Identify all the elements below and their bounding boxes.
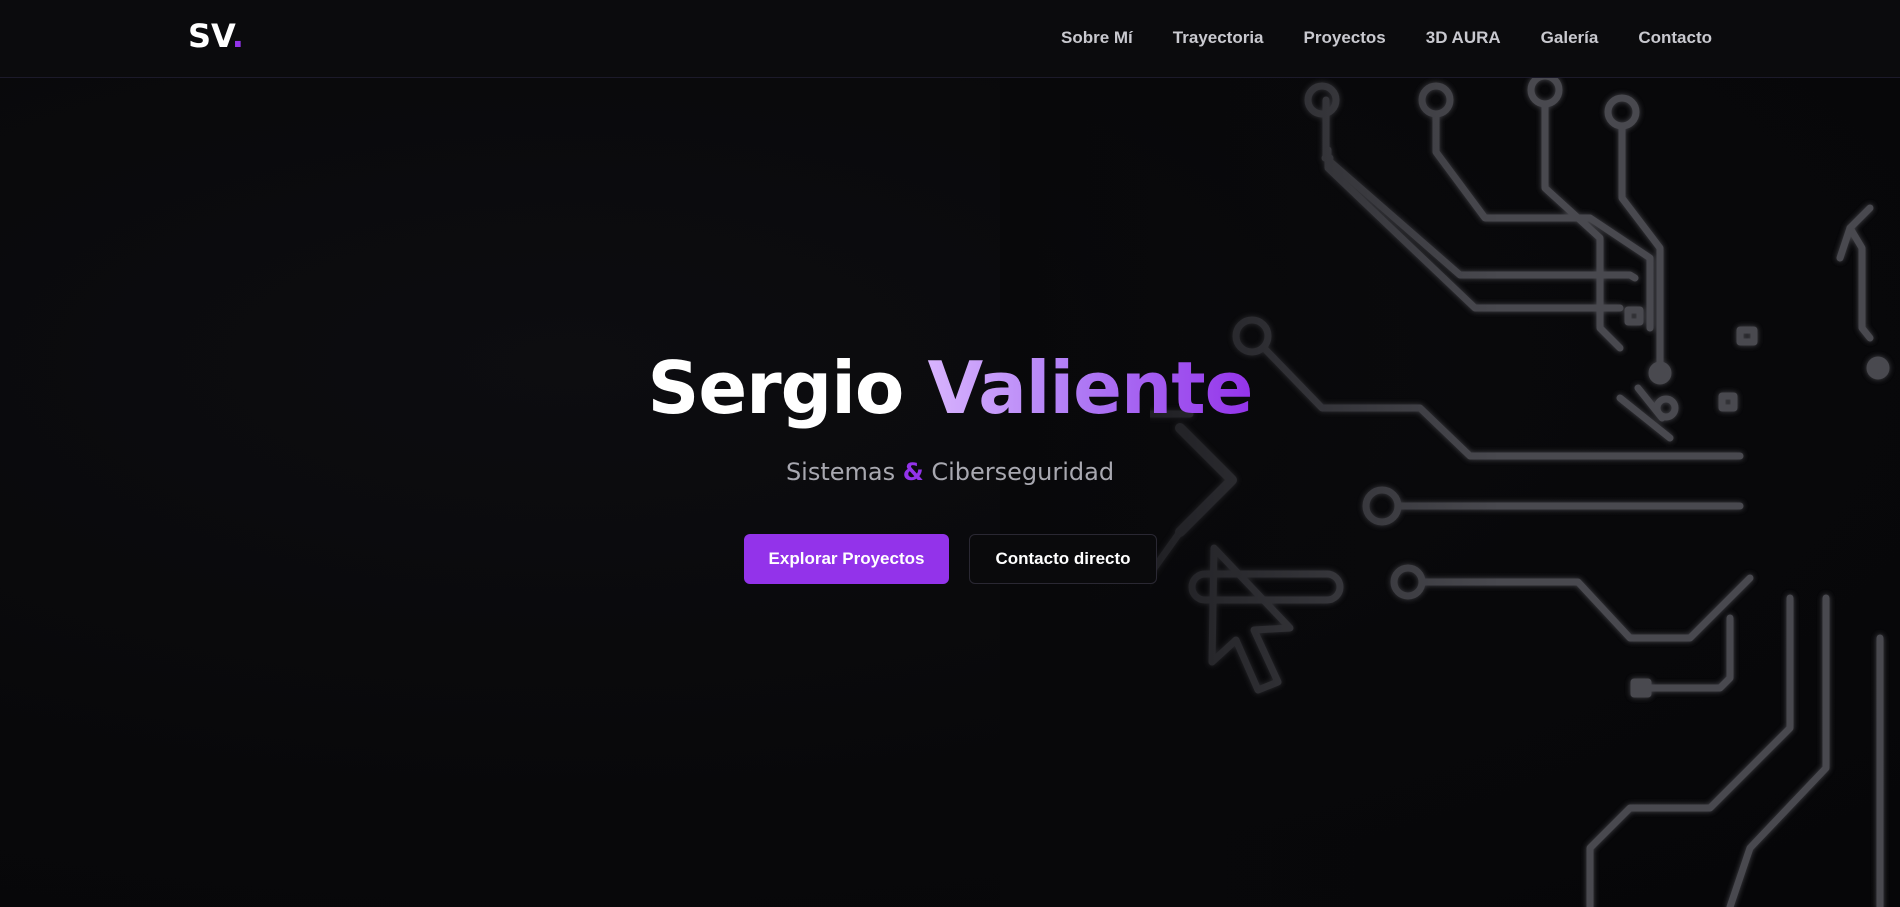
hero-subtitle: Sistemas & Ciberseguridad xyxy=(0,456,1900,488)
subtitle-part-2: Ciberseguridad xyxy=(931,458,1115,486)
hero-title-last: Valiente xyxy=(927,346,1253,430)
hero-title: Sergio Valiente xyxy=(0,346,1900,430)
explore-projects-button[interactable]: Explorar Proyectos xyxy=(744,534,949,584)
direct-contact-button[interactable]: Contacto directo xyxy=(969,534,1157,584)
subtitle-part-1: Sistemas xyxy=(785,458,896,486)
nav-link-trayectoria[interactable]: Trayectoria xyxy=(1173,26,1264,50)
navbar: SV. Sobre Mí Trayectoria Proyectos 3D AU… xyxy=(0,0,1900,78)
hero-section: Sergio Valiente Sistemas & Cibersegurida… xyxy=(0,78,1900,907)
subtitle-ampersand: & xyxy=(902,458,924,486)
nav-link-sobre-mi[interactable]: Sobre Mí xyxy=(1061,26,1133,50)
nav-link-3d-aura[interactable]: 3D AURA xyxy=(1426,26,1501,50)
main-nav: Sobre Mí Trayectoria Proyectos 3D AURA G… xyxy=(1061,26,1712,50)
logo-dot: . xyxy=(231,17,244,55)
nav-link-proyectos[interactable]: Proyectos xyxy=(1304,26,1386,50)
cta-row: Explorar Proyectos Contacto directo xyxy=(744,534,1157,584)
page: SV. Sobre Mí Trayectoria Proyectos 3D AU… xyxy=(0,0,1900,907)
logo-text: SV xyxy=(188,17,232,55)
nav-link-contacto[interactable]: Contacto xyxy=(1638,26,1712,50)
hero-title-first: Sergio xyxy=(647,346,904,430)
logo[interactable]: SV. xyxy=(188,16,244,56)
nav-link-galeria[interactable]: Galería xyxy=(1541,26,1599,50)
